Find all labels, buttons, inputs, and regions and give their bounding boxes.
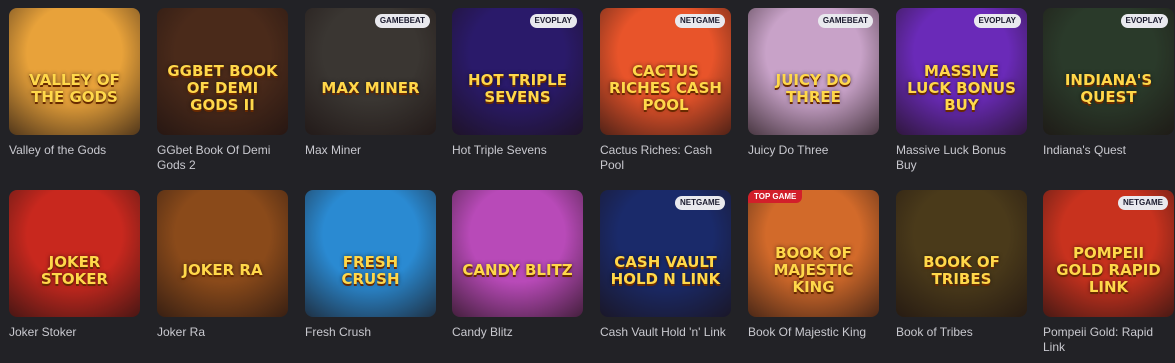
game-art-title: Valley of the Gods (29, 70, 120, 106)
game-tile[interactable]: TOP GAME Book of Majestic King Book Of Maj… (748, 190, 879, 340)
game-name[interactable]: Joker Stoker (9, 325, 140, 340)
game-name[interactable]: Pompeii Gold: Rapid Link (1043, 325, 1174, 355)
game-thumbnail[interactable]: NETGAME Cactus Riches Cash Pool (600, 8, 731, 135)
game-thumbnail[interactable]: GGbet Book of Demi Gods II (157, 8, 288, 135)
game-thumbnail[interactable]: Valley of the Gods (9, 8, 140, 135)
game-art-title: Indiana's Quest (1064, 70, 1153, 106)
game-thumbnail[interactable]: Fresh Crush (305, 190, 436, 317)
game-tile[interactable]: Joker Stoker Joker Stoker (9, 190, 140, 340)
game-tile[interactable]: EVOPLAY Hot Triple Sevens Hot Triple Seven… (452, 8, 583, 158)
game-name[interactable]: Candy Blitz (452, 325, 583, 340)
game-art-title: Massive Luck Bonus Buy (907, 62, 1016, 114)
game-thumbnail[interactable]: TOP GAME Book of Majestic King (748, 190, 879, 317)
top-game-tag: TOP GAME (748, 190, 803, 203)
game-art-title: Cash Vault Hold n Link (610, 252, 721, 288)
game-art-title: Fresh Crush (341, 252, 400, 288)
game-art-title: Cactus Riches Cash Pool (609, 62, 722, 114)
game-name[interactable]: Joker Ra (157, 325, 288, 340)
game-art-title: Book of Tribes (923, 252, 1000, 288)
game-tile[interactable]: Valley of the Gods Valley of the Gods (9, 8, 140, 158)
game-name[interactable]: Max Miner (305, 143, 436, 158)
game-tile[interactable]: NETGAME Cash Vault Hold n Link Cash Vault … (600, 190, 731, 340)
game-thumbnail[interactable]: Joker Ra (157, 190, 288, 317)
game-art-title: Candy Blitz (462, 261, 573, 279)
game-thumbnail[interactable]: EVOPLAY Massive Luck Bonus Buy (896, 8, 1027, 135)
game-art-title: Joker Ra (182, 261, 263, 279)
game-thumbnail[interactable]: Candy Blitz (452, 190, 583, 317)
game-tile[interactable]: GGbet Book of Demi Gods II GGbet Book Of … (157, 8, 288, 173)
provider-badge: NETGAME (675, 14, 725, 28)
game-tile[interactable]: GAMEBEAT Juicy Do Three Juicy Do Three (748, 8, 879, 158)
game-art-title: Pompeii Gold Rapid Link (1056, 244, 1161, 296)
game-thumbnail[interactable]: EVOPLAY Hot Triple Sevens (452, 8, 583, 135)
game-name[interactable]: Massive Luck Bonus Buy (896, 143, 1027, 173)
game-name[interactable]: GGbet Book Of Demi Gods 2 (157, 143, 288, 173)
game-art-title: Juicy Do Three (775, 70, 852, 106)
game-thumbnail[interactable]: NETGAME Pompeii Gold Rapid Link (1043, 190, 1174, 317)
game-tile[interactable]: Joker Ra Joker Ra (157, 190, 288, 340)
game-thumbnail[interactable]: GAMEBEAT Max Miner (305, 8, 436, 135)
game-thumbnail[interactable]: Book of Tribes (896, 190, 1027, 317)
game-thumbnail[interactable]: Joker Stoker (9, 190, 140, 317)
provider-badge: NETGAME (675, 196, 725, 210)
game-name[interactable]: Indiana's Quest (1043, 143, 1174, 158)
game-tile[interactable]: Fresh Crush Fresh Crush (305, 190, 436, 340)
game-tile[interactable]: EVOPLAY Indiana's Quest Indiana's Quest (1043, 8, 1174, 158)
game-name[interactable]: Cactus Riches: Cash Pool (600, 143, 731, 173)
game-tile[interactable]: GAMEBEAT Max Miner Max Miner (305, 8, 436, 158)
game-thumbnail[interactable]: NETGAME Cash Vault Hold n Link (600, 190, 731, 317)
game-name[interactable]: Hot Triple Sevens (452, 143, 583, 158)
game-art-title: Hot Triple Sevens (468, 70, 567, 106)
game-grid: Valley of the Gods Valley of the Gods GGbe… (0, 0, 1175, 363)
game-art-title: Max Miner (321, 79, 420, 97)
provider-badge: EVOPLAY (1120, 14, 1168, 28)
game-art-title: Book of Majestic King (773, 244, 854, 296)
provider-badge: GAMEBEAT (817, 14, 873, 28)
provider-badge: EVOPLAY (529, 14, 577, 28)
game-tile[interactable]: NETGAME Pompeii Gold Rapid Link Pompeii Go… (1043, 190, 1174, 355)
provider-badge: GAMEBEAT (374, 14, 430, 28)
game-tile[interactable]: Candy Blitz Candy Blitz (452, 190, 583, 340)
game-name[interactable]: Cash Vault Hold 'n' Link (600, 325, 731, 340)
game-name[interactable]: Fresh Crush (305, 325, 436, 340)
game-tile[interactable]: EVOPLAY Massive Luck Bonus Buy Massive Luc… (896, 8, 1027, 173)
game-name[interactable]: Juicy Do Three (748, 143, 879, 158)
game-thumbnail[interactable]: GAMEBEAT Juicy Do Three (748, 8, 879, 135)
game-tile[interactable]: Book of Tribes Book of Tribes (896, 190, 1027, 340)
game-name[interactable]: Book Of Majestic King (748, 325, 879, 340)
game-name[interactable]: Book of Tribes (896, 325, 1027, 340)
game-tile[interactable]: NETGAME Cactus Riches Cash Pool Cactus Ric… (600, 8, 731, 173)
game-thumbnail[interactable]: EVOPLAY Indiana's Quest (1043, 8, 1174, 135)
provider-badge: NETGAME (1118, 196, 1168, 210)
game-art-title: GGbet Book of Demi Gods II (167, 62, 278, 114)
provider-badge: EVOPLAY (973, 14, 1021, 28)
game-name[interactable]: Valley of the Gods (9, 143, 140, 158)
game-art-title: Joker Stoker (40, 252, 109, 288)
